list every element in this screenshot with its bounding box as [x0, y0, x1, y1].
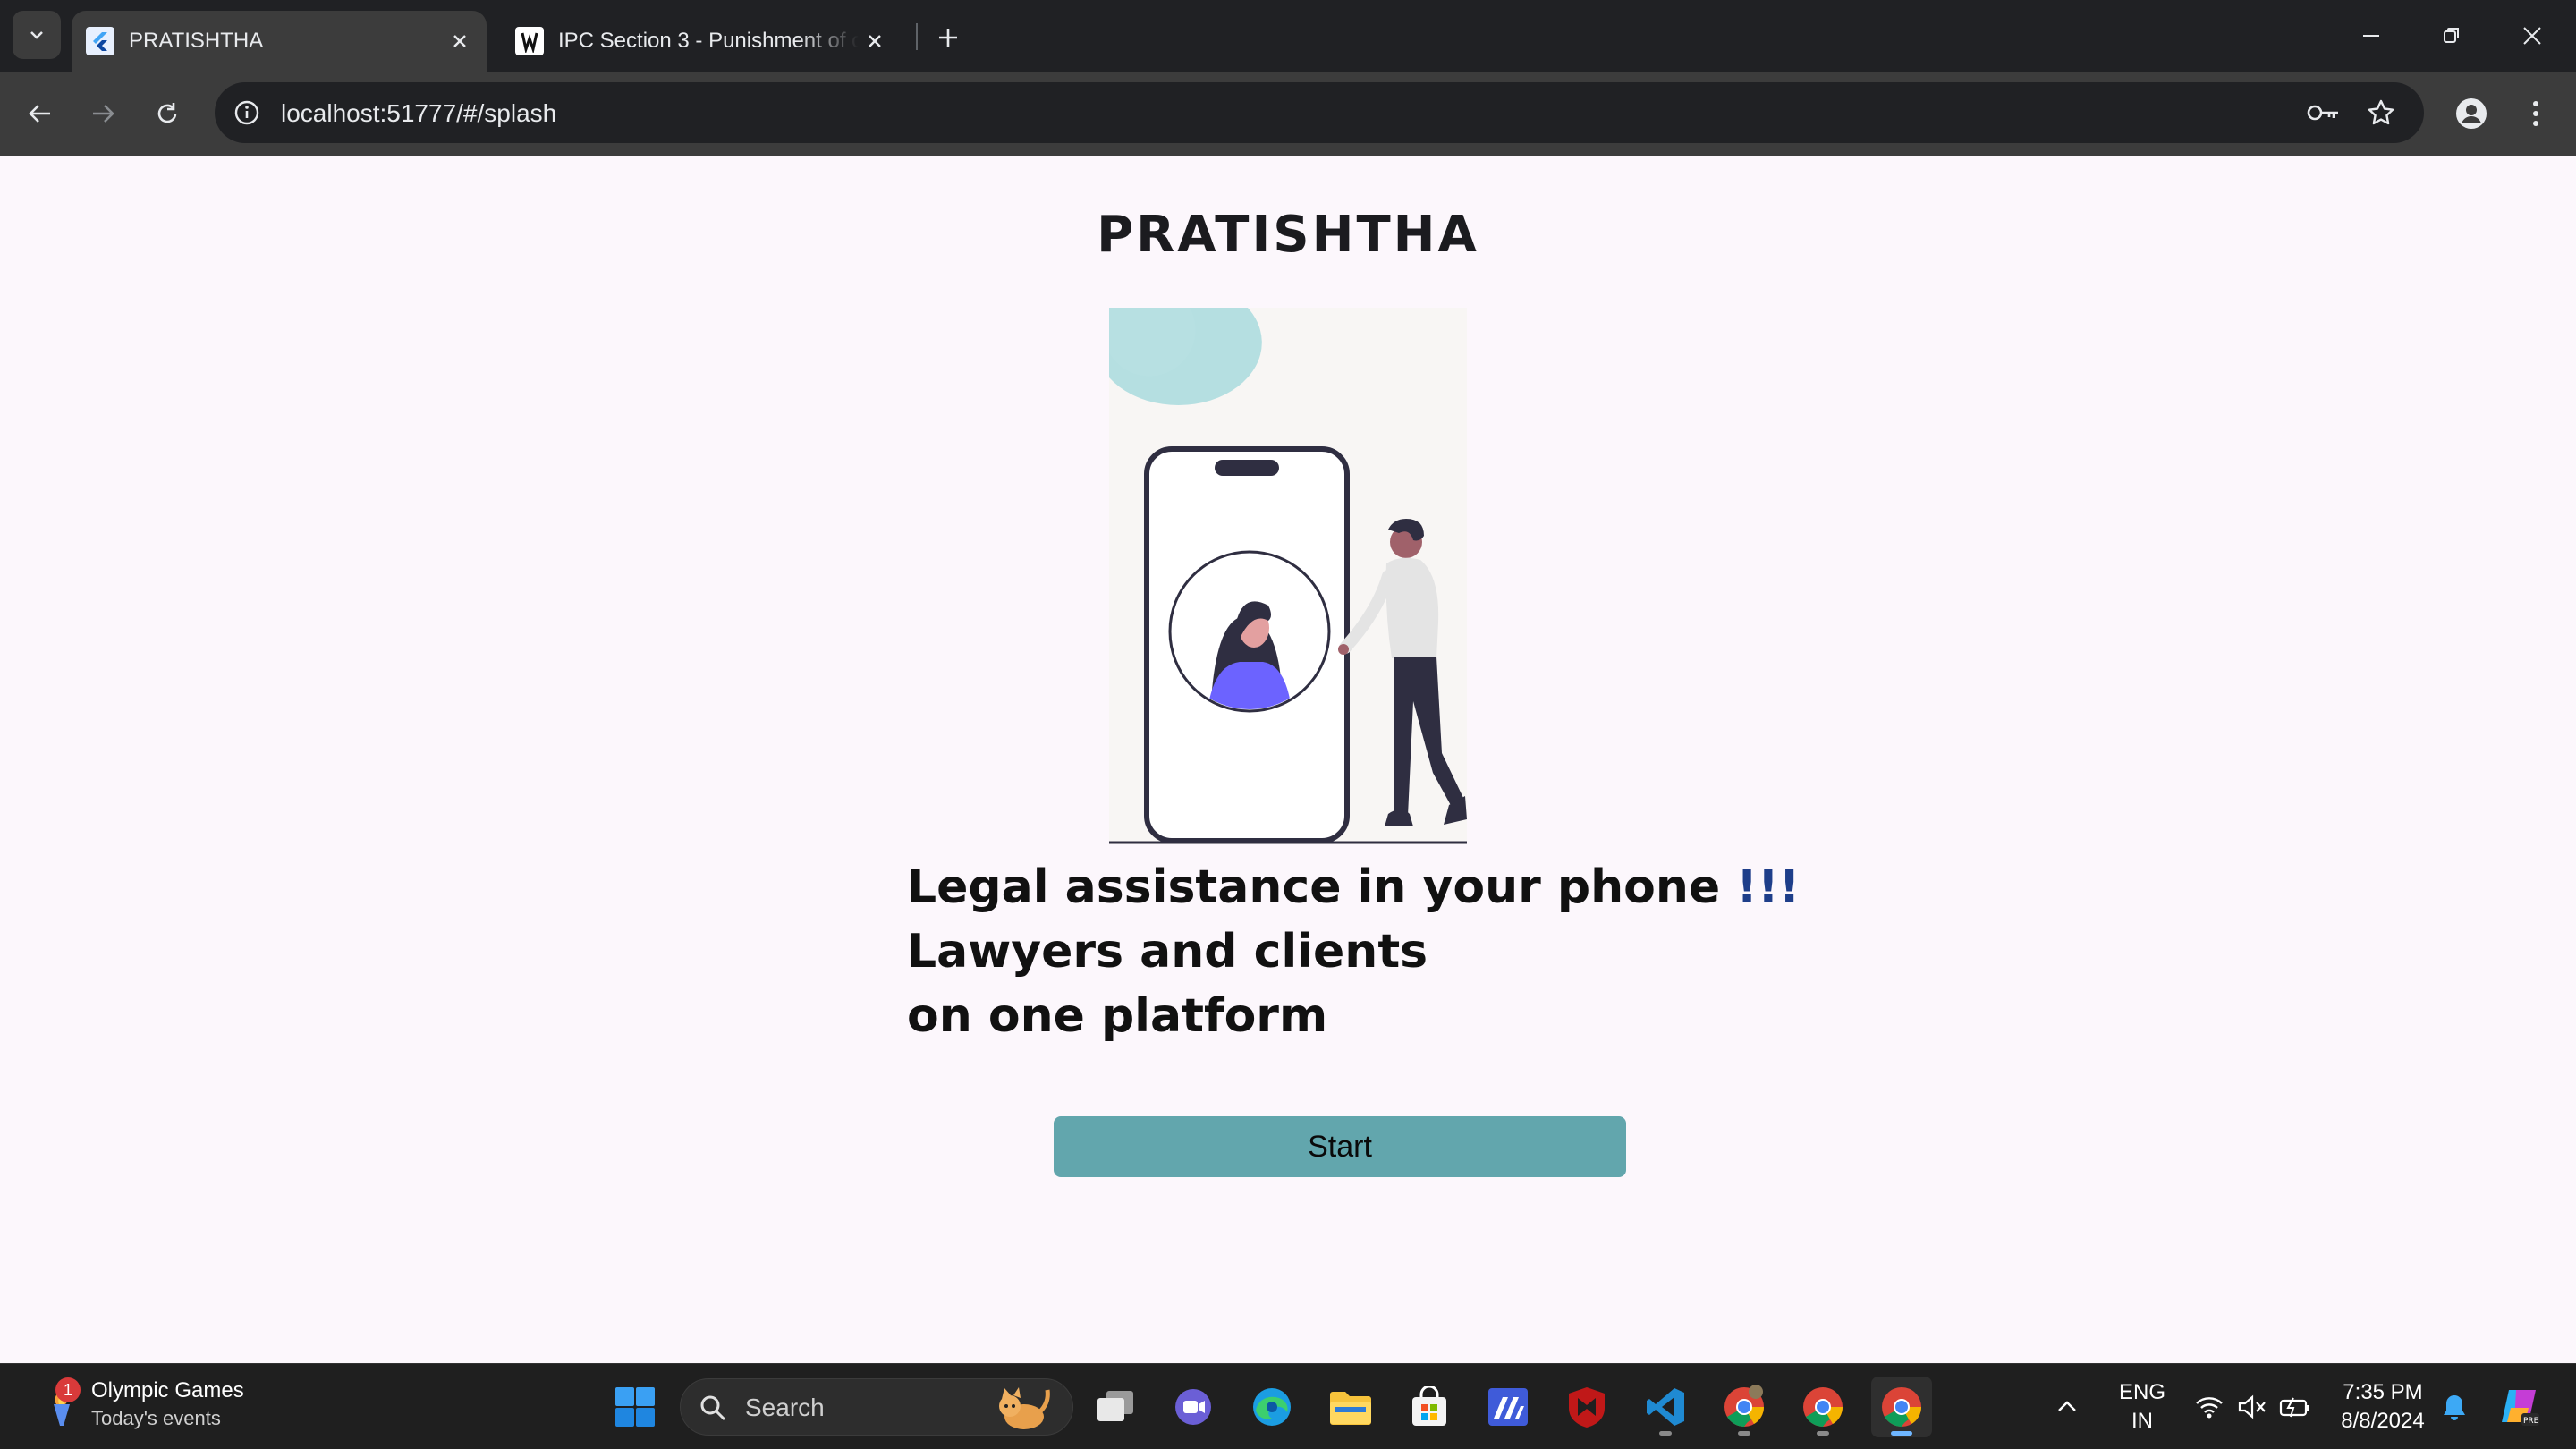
minimize-icon	[2363, 35, 2379, 37]
volume-muted-icon[interactable]	[2233, 1377, 2272, 1437]
key-icon[interactable]	[2304, 95, 2343, 131]
weather-widget[interactable]: 1 Olympic Games Today's events	[36, 1377, 244, 1432]
minimize-button[interactable]	[2340, 9, 2402, 63]
address-bar[interactable]: localhost:51777/#/splash	[215, 82, 2424, 143]
new-tab-button[interactable]	[928, 18, 968, 57]
plus-icon	[939, 29, 957, 47]
copilot-icon[interactable]: PRE	[2492, 1377, 2546, 1437]
windows-taskbar: 1 Olympic Games Today's events Search EN…	[0, 1363, 2576, 1449]
profile-avatar-icon[interactable]	[2451, 93, 2492, 134]
tagline-exclaim: !!!	[1736, 860, 1801, 914]
close-tab-icon[interactable]	[444, 25, 476, 57]
tagline-line-1: Legal assistance in your phone !!!	[907, 860, 1801, 914]
file-explorer-icon[interactable]	[1320, 1377, 1381, 1437]
clock[interactable]: 7:35 PM 8/8/2024	[2322, 1378, 2444, 1436]
flutter-icon	[86, 27, 114, 55]
chrome-profile-icon[interactable]	[1714, 1377, 1775, 1437]
chrome-active-icon[interactable]	[1871, 1377, 1932, 1437]
mcafee-icon[interactable]	[1556, 1377, 1617, 1437]
widget-subtitle: Today's events	[91, 1407, 221, 1429]
notification-badge: 1	[55, 1377, 80, 1402]
torch-icon: 1	[36, 1377, 86, 1429]
chrome-icon[interactable]	[1792, 1377, 1853, 1437]
restore-icon	[2444, 28, 2459, 43]
teams-chat-icon[interactable]	[1163, 1377, 1224, 1437]
tab-search-button[interactable]	[13, 11, 61, 59]
splash-page: PRATISHTHA Legal assistance in your phon…	[0, 156, 2576, 1363]
tab-title: IPC Section 3 - Punishment of o	[558, 29, 859, 53]
close-icon	[2523, 27, 2541, 45]
close-tab-icon[interactable]	[859, 25, 891, 57]
start-button[interactable]: Start	[1054, 1116, 1626, 1177]
reload-icon	[157, 103, 177, 123]
windows-logo-icon	[615, 1387, 655, 1427]
tagline: Legal assistance in your phone !!! Lawye…	[907, 855, 1800, 1048]
language-indicator[interactable]: ENG IN	[2111, 1378, 2174, 1436]
android-studio-app-icon[interactable]	[1478, 1377, 1538, 1437]
tab-pratishtha[interactable]: PRATISHTHA	[72, 11, 487, 72]
svg-text:PRE: PRE	[2523, 1417, 2539, 1426]
search-label: Search	[745, 1394, 825, 1421]
vscode-icon[interactable]	[1635, 1377, 1696, 1437]
wifi-icon[interactable]	[2190, 1377, 2229, 1437]
close-window-button[interactable]	[2501, 9, 2563, 63]
phone-lawyer-illustration	[1109, 308, 1467, 844]
tab-ipc-section[interactable]: IPC Section 3 - Punishment of o	[501, 11, 902, 72]
taskbar-search[interactable]: Search	[680, 1378, 1073, 1436]
tagline-line-3: on one platform	[907, 989, 1328, 1043]
star-icon[interactable]	[2361, 95, 2401, 131]
show-hidden-icons-chevron-up-icon[interactable]	[2045, 1377, 2089, 1437]
app-title: PRATISHTHA	[1097, 206, 1479, 264]
kebab-menu-icon[interactable]	[2515, 93, 2556, 134]
tab-title: PRATISHTHA	[129, 29, 264, 53]
tab-divider	[916, 23, 918, 50]
reload-button[interactable]	[145, 91, 190, 136]
task-view-icon[interactable]	[1086, 1377, 1147, 1437]
site-info-icon[interactable]	[229, 95, 265, 131]
edge-icon[interactable]	[1241, 1377, 1302, 1437]
arrow-right-icon	[93, 105, 114, 123]
tagline-line-2: Lawyers and clients	[907, 925, 1428, 979]
forward-button[interactable]	[80, 91, 125, 136]
search-icon	[700, 1395, 726, 1421]
url-text[interactable]: localhost:51777/#/splash	[281, 99, 556, 128]
notification-bell-icon[interactable]	[2435, 1377, 2474, 1437]
clock-time: 7:35 PM	[2343, 1380, 2423, 1404]
battery-charging-icon[interactable]	[2275, 1377, 2315, 1437]
clock-date: 8/8/2024	[2341, 1409, 2425, 1433]
back-button[interactable]	[18, 91, 63, 136]
widget-title: Olympic Games	[91, 1378, 244, 1402]
browser-tabstrip: PRATISHTHA IPC Section 3 - Punishment of…	[0, 0, 2576, 72]
arrow-left-icon	[29, 105, 50, 123]
browser-toolbar: localhost:51777/#/splash	[0, 72, 2576, 156]
start-menu-button[interactable]	[605, 1377, 665, 1437]
microsoft-store-icon[interactable]	[1399, 1377, 1460, 1437]
chevron-down-icon	[30, 31, 43, 39]
cat-icon	[999, 1387, 1050, 1429]
restore-button[interactable]	[2420, 9, 2483, 63]
wiki-icon	[515, 27, 544, 55]
